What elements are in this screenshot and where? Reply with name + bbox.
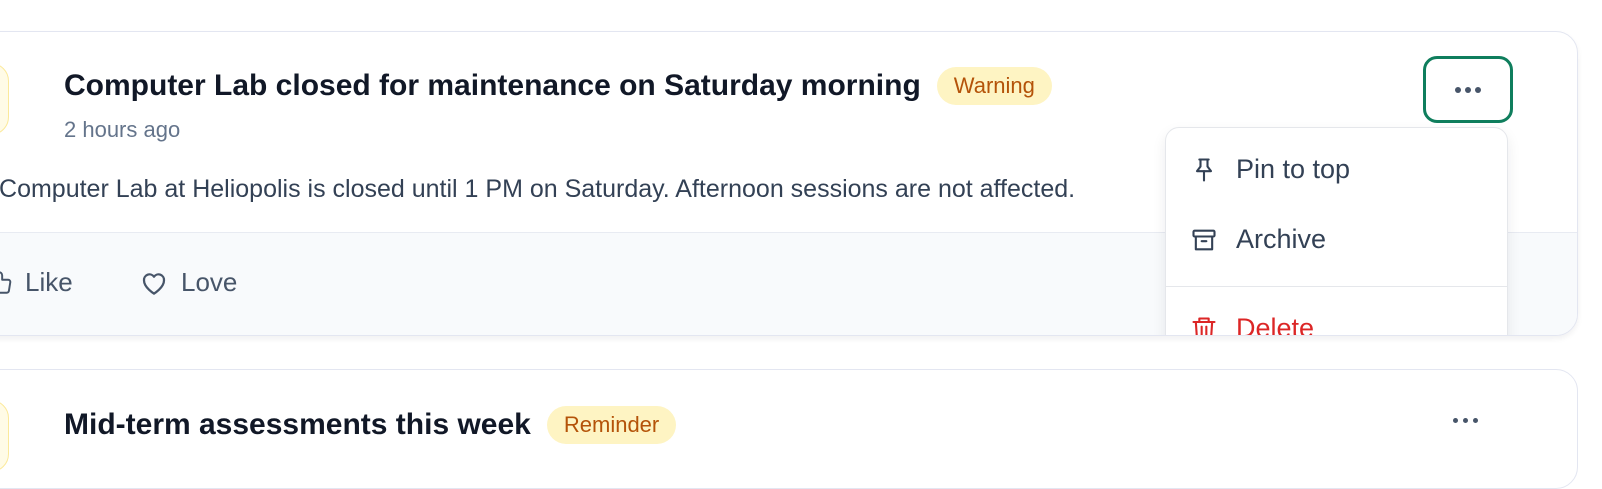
announcement-title: Mid-term assessments this week	[64, 408, 531, 441]
like-button[interactable]: Like	[0, 267, 73, 298]
timestamp: 2 hours ago	[64, 117, 181, 142]
more-options-button[interactable]	[1423, 56, 1513, 123]
announcement-body: The Computer Lab at Heliopolis is closed…	[0, 175, 1076, 203]
more-horizontal-icon	[1455, 86, 1481, 93]
announcement-card: Computer Lab closed for maintenance on S…	[0, 31, 1578, 336]
announcement-header: Mid-term assessments this week Reminder	[64, 406, 677, 444]
menu-item-archive[interactable]: Archive	[1190, 224, 1326, 255]
thumbs-up-icon	[0, 270, 12, 294]
like-label: Like	[25, 267, 73, 297]
more-horizontal-icon	[1463, 418, 1468, 423]
love-button[interactable]: Love	[139, 267, 237, 298]
announcement-header: Computer Lab closed for maintenance on S…	[64, 67, 1052, 105]
severity-badge: Warning	[936, 67, 1052, 105]
menu-item-label: Pin to top	[1236, 154, 1351, 184]
more-horizontal-icon	[1453, 418, 1458, 423]
announcement-title: Computer Lab closed for maintenance on S…	[64, 69, 921, 102]
more-options-button[interactable]	[1453, 418, 1478, 423]
love-label: Love	[181, 267, 238, 297]
options-menu: Pin to top Archive Delete	[1165, 127, 1508, 336]
menu-item-pin[interactable]: Pin to top	[1190, 154, 1350, 185]
archive-icon	[1192, 229, 1216, 250]
menu-item-delete[interactable]: Delete	[1190, 313, 1315, 336]
menu-divider	[1166, 286, 1507, 287]
announcement-card: Mid-term assessments this week Reminder	[0, 369, 1578, 489]
heart-icon	[142, 272, 166, 295]
pin-icon	[1195, 157, 1213, 182]
menu-item-label: Delete	[1236, 313, 1315, 336]
reminder-icon	[0, 400, 9, 472]
menu-item-label: Archive	[1236, 224, 1327, 254]
warning-icon	[0, 63, 9, 135]
more-horizontal-icon	[1473, 418, 1478, 423]
trash-icon	[1192, 316, 1216, 335]
severity-badge: Reminder	[546, 406, 677, 444]
